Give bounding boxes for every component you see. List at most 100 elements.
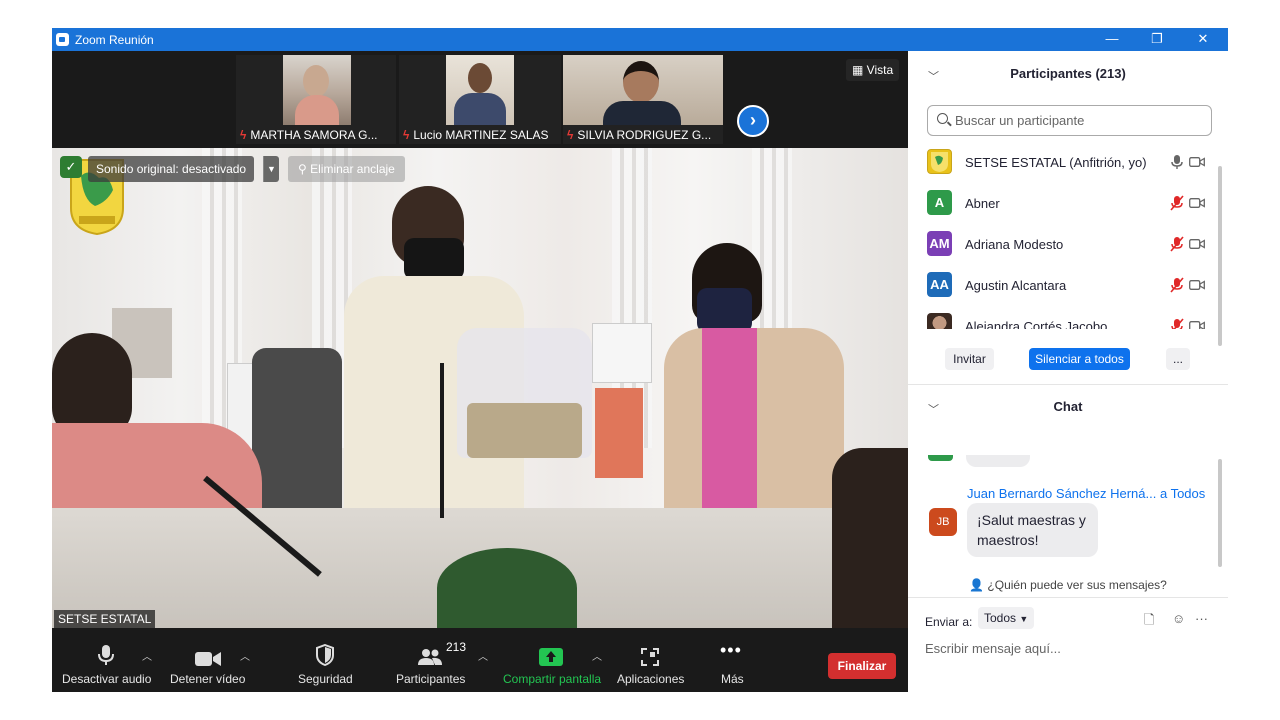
stop-video-button[interactable]: Detener vídeo [167, 628, 249, 692]
appliance-box [595, 388, 643, 478]
send-to-label: Enviar a: [925, 615, 973, 629]
muted-mic-icon: ϟ [403, 128, 410, 142]
video-feed [563, 55, 723, 125]
face-shape [468, 63, 492, 93]
participant-search-input[interactable]: Buscar un participante [927, 105, 1212, 136]
search-icon [937, 113, 948, 124]
video-feed [283, 55, 351, 125]
participant-row[interactable]: A Abner [908, 185, 1220, 226]
share-screen-button[interactable]: Compartir pantalla [500, 628, 602, 692]
muted-microphone-icon[interactable] [1169, 277, 1185, 293]
emoji-icon[interactable]: ☺ [1172, 611, 1185, 626]
thumbnail-name: ϟ MARTHA SAMORA G... [240, 128, 378, 142]
participants-more-button[interactable]: ... [1166, 348, 1190, 370]
unpin-button[interactable]: ⚲ Eliminar anclaje [288, 156, 405, 182]
mute-all-button[interactable]: Silenciar a todos [1029, 348, 1130, 370]
video-options-caret[interactable]: ︿ [240, 648, 250, 663]
video-camera-icon[interactable] [1189, 197, 1205, 209]
video-camera-icon[interactable] [1189, 156, 1205, 168]
thumbnail-martha[interactable]: ϟ MARTHA SAMORA G... [236, 55, 396, 144]
video-camera-icon[interactable] [1189, 238, 1205, 250]
end-meeting-button[interactable]: Finalizar [828, 653, 896, 679]
shoulders-shape [295, 95, 339, 125]
muted-mic-icon: ϟ [567, 128, 574, 142]
original-sound-dropdown[interactable]: ▼ [263, 156, 279, 182]
chat-header: ﹀ Chat [908, 399, 1228, 421]
more-label: Más [721, 672, 744, 686]
participant-name: Alejandra Cortés Jacobo [965, 319, 1108, 329]
close-button[interactable]: ✕ [1188, 30, 1218, 48]
participants-button[interactable]: 213 Participantes [390, 628, 474, 692]
chat-messages: Juan Bernardo Sánchez Herná... a Todos J… [908, 455, 1228, 575]
participants-options-caret[interactable]: ︿ [478, 648, 488, 663]
file-icon[interactable]: 🗋 [1144, 611, 1154, 633]
participant-name: Agustin Alcantara [965, 278, 1067, 293]
participants-header: ﹀ Participantes (213) [908, 66, 1228, 88]
chat-sender-line[interactable]: Juan Bernardo Sánchez Herná... a Todos [967, 486, 1205, 501]
original-sound-toggle[interactable]: Sonido original: desactivado [88, 156, 255, 182]
next-page-button[interactable]: › [737, 105, 769, 137]
basket-weave [467, 403, 582, 458]
person-edge-shape [832, 448, 908, 628]
video-camera-icon[interactable] [1189, 320, 1205, 329]
security-button[interactable]: Seguridad [292, 628, 358, 692]
chat-title: Chat [1053, 399, 1083, 414]
title-bar: Zoom Reunión — ❐ ✕ [52, 28, 1228, 51]
microphone-icon [98, 645, 114, 665]
video-camera-icon[interactable] [1189, 279, 1205, 291]
encryption-shield-icon[interactable]: ✓ [60, 156, 82, 178]
chat-divider [908, 597, 1228, 598]
person-info-icon: 👤 [969, 578, 988, 592]
shoulders-shape [454, 93, 506, 125]
thumbnail-name: ϟ SILVIA RODRIGUEZ G... [567, 128, 712, 142]
muted-microphone-icon[interactable] [1169, 318, 1185, 329]
muted-microphone-icon[interactable] [1169, 236, 1185, 252]
minimize-button[interactable]: — [1097, 30, 1127, 48]
apps-button[interactable]: Aplicaciones [614, 628, 686, 692]
participant-name: Abner [965, 196, 1000, 211]
participant-row[interactable]: Alejandra Cortés Jacobo [908, 308, 1220, 329]
view-button[interactable]: ▦ Vista [846, 59, 900, 81]
mute-audio-button[interactable]: Desactivar audio [60, 628, 152, 692]
chat-message-input[interactable]: Escribir mensaje aquí... [925, 641, 1215, 656]
invite-button[interactable]: Invitar [945, 348, 994, 370]
panel-divider [908, 384, 1228, 385]
restore-button[interactable]: ❐ [1142, 30, 1172, 48]
avatar: AM [927, 231, 952, 256]
security-label: Seguridad [298, 672, 353, 686]
participant-row[interactable]: AM Adriana Modesto [908, 226, 1220, 267]
chat-message: ¡Salut maestras y maestros! [967, 503, 1098, 557]
microphone-icon[interactable] [1169, 154, 1185, 170]
thumbnail-silvia[interactable]: ϟ SILVIA RODRIGUEZ G... [563, 55, 723, 144]
participant-row[interactable]: SETSE ESTATAL (Anfitrión, yo) [908, 144, 1220, 185]
video-area: ϟ MARTHA SAMORA G... ϟ Lucio MARTINEZ SALA… [52, 51, 908, 692]
who-can-see-link[interactable]: 👤 ¿Quién puede ver sus mensajes? [908, 578, 1228, 592]
more-dots-icon: ••• [720, 640, 742, 660]
send-to-select[interactable]: Todos ▼ [978, 607, 1035, 629]
chat-more-icon[interactable]: ··· [1195, 611, 1208, 626]
shield-icon [316, 644, 334, 666]
more-button[interactable]: ••• Más [714, 628, 750, 692]
chat-avatar: JB [929, 508, 957, 536]
participant-name: SETSE ESTATAL (Anfitrión, yo) [965, 155, 1147, 170]
chat-sender-name[interactable]: Juan Bernardo Sánchez Herná... [967, 486, 1156, 501]
thumbnail-lucio[interactable]: ϟ Lucio MARTINEZ SALAS [399, 55, 561, 144]
collapse-chevron-icon[interactable]: ﹀ [928, 401, 939, 417]
audio-options-caret[interactable]: ︿ [142, 648, 152, 663]
meeting-toolbar: Desactivar audio ︿ Detener vídeo ︿ Segur… [52, 628, 908, 692]
apps-icon [641, 648, 659, 666]
collapse-chevron-icon[interactable]: ﹀ [928, 68, 939, 84]
video-camera-icon [195, 652, 221, 666]
share-screen-label: Compartir pantalla [503, 672, 602, 686]
participant-row[interactable]: AA Agustin Alcantara [908, 267, 1220, 308]
centerpiece-shape [437, 548, 577, 628]
participants-label: Participantes [396, 672, 466, 686]
microphone-shape [440, 363, 444, 518]
muted-microphone-icon[interactable] [1169, 195, 1185, 211]
avatar: AA [927, 272, 952, 297]
chat-scrollbar[interactable] [1218, 459, 1222, 567]
share-options-caret[interactable]: ︿ [592, 648, 602, 663]
previous-message-fragment [966, 455, 1030, 467]
appliance-box [592, 323, 652, 383]
participants-icon [418, 649, 442, 665]
